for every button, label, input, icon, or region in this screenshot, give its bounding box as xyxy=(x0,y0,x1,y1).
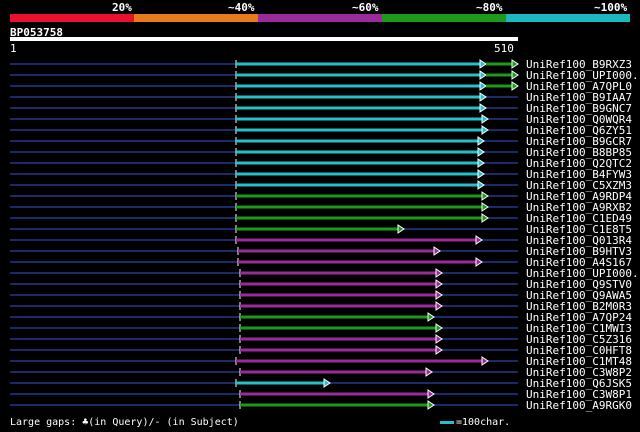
hit-arrowhead xyxy=(479,103,487,113)
hit-row[interactable]: UniRef100_A9RGK0 xyxy=(10,399,632,412)
scale-reference: =100char. xyxy=(440,417,510,428)
hit-arrowhead xyxy=(435,301,443,311)
hit-arrowhead xyxy=(397,224,405,234)
hit-arrowhead xyxy=(427,312,435,322)
hit-arrowhead xyxy=(481,114,489,124)
hit-arrowhead xyxy=(481,191,489,201)
hit-arrowhead xyxy=(477,169,485,179)
hit-arrowhead xyxy=(477,180,485,190)
hit-arrowhead xyxy=(479,81,487,91)
hit-extension-arrowhead xyxy=(511,70,519,80)
hit-arrowhead xyxy=(477,158,485,168)
hit-arrowhead xyxy=(435,345,443,355)
hit-arrowhead xyxy=(481,125,489,135)
hit-arrowhead xyxy=(479,59,487,69)
hit-arrowhead xyxy=(475,257,483,267)
hit-arrowhead xyxy=(435,279,443,289)
hit-arrowhead xyxy=(427,389,435,399)
hit-arrowhead xyxy=(435,290,443,300)
hit-arrowhead xyxy=(425,367,433,377)
hit-arrowhead xyxy=(435,323,443,333)
hit-arrowhead xyxy=(323,378,331,388)
hit-arrowhead xyxy=(433,246,441,256)
hit-arrowhead xyxy=(475,235,483,245)
hit-extension-arrowhead xyxy=(511,81,519,91)
hit-arrowhead xyxy=(481,202,489,212)
hit-label[interactable]: UniRef100_A9RGK0 xyxy=(526,399,632,412)
hit-arrowhead xyxy=(479,92,487,102)
hit-alignments: UniRef100_B9RXZ3UniRef100_UPI000...UniRe… xyxy=(10,58,640,412)
scale-swatch xyxy=(440,420,454,424)
hit-arrowhead xyxy=(477,136,485,146)
hit-extension-arrowhead xyxy=(511,59,519,69)
hit-arrowhead xyxy=(477,147,485,157)
hit-arrowhead xyxy=(481,356,489,366)
hit-arrowhead xyxy=(427,400,435,410)
hit-arrowhead xyxy=(479,70,487,80)
large-gaps-legend: Large gaps: ♣(in Query)/- (in Subject) xyxy=(10,417,239,428)
scale-text: =100char. xyxy=(456,417,511,428)
hit-arrowhead xyxy=(435,268,443,278)
hit-arrowhead xyxy=(481,213,489,223)
hit-arrowhead xyxy=(435,334,443,344)
